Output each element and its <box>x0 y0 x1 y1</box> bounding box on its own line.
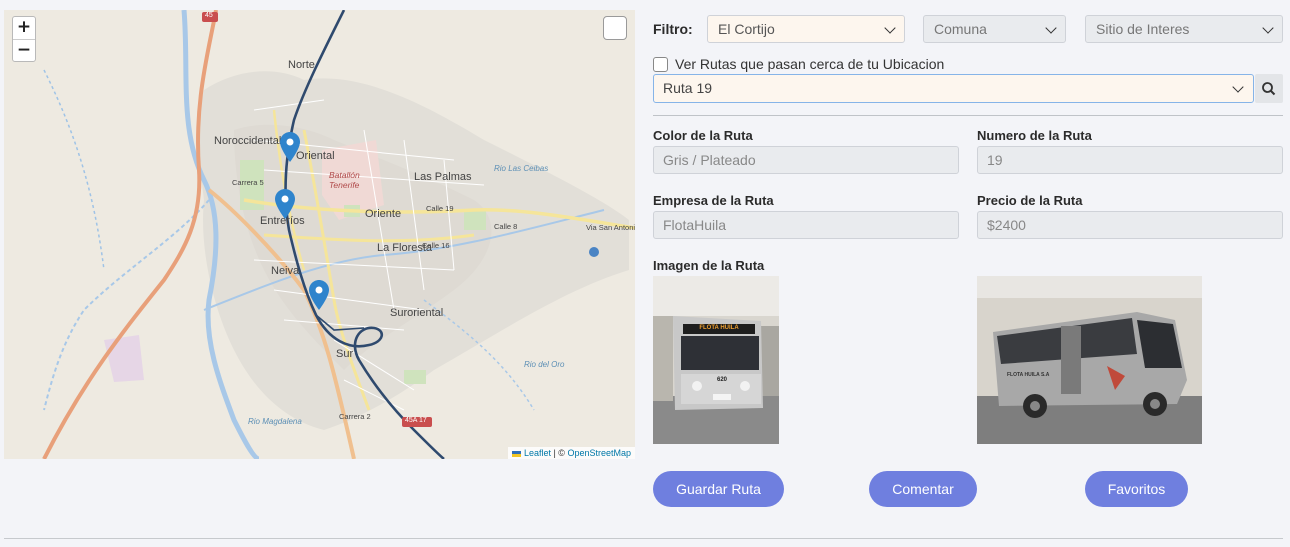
map-label-calle19: Calle 19 <box>426 204 454 213</box>
map-attribution: Leaflet | © OpenStreetMap <box>508 447 635 459</box>
chevron-down-icon <box>1045 22 1057 34</box>
route-image-side: FLOTA HUILA S.A <box>977 276 1202 444</box>
map-pin-icon[interactable] <box>280 132 300 162</box>
nearby-routes-checkbox[interactable] <box>653 56 668 72</box>
map-pin-icon[interactable] <box>275 189 295 219</box>
bus-side-image <box>977 276 1202 444</box>
map-label-via-san-antonio: Via San Antonio <box>586 223 635 232</box>
barrio-select[interactable]: El Cortijo <box>707 15 905 43</box>
map-label-rio-del-oro: Rio del Oro <box>524 360 565 369</box>
zoom-out-button[interactable]: − <box>13 39 35 61</box>
map-label-rio-magdalena: Rio Magdalena <box>248 417 302 426</box>
comentar-button[interactable]: Comentar <box>869 471 977 507</box>
road-shield-45: 45 <box>205 12 213 19</box>
map-label-calle8: Calle 8 <box>494 222 518 231</box>
barrio-select-value: El Cortijo <box>718 21 775 37</box>
sitio-select-value: Sitio de Interes <box>1096 21 1190 37</box>
footer-divider <box>4 538 1283 539</box>
chevron-down-icon <box>1232 81 1244 93</box>
color-field: Gris / Plateado <box>653 146 959 174</box>
nearby-routes-label: Ver Rutas que pasan cerca de tu Ubicacio… <box>675 56 945 72</box>
chevron-down-icon <box>884 22 896 34</box>
favoritos-button[interactable]: Favoritos <box>1085 471 1188 507</box>
chevron-down-icon <box>1262 22 1274 34</box>
bus-front-number: 620 <box>717 377 728 383</box>
zoom-control: + − <box>12 16 36 62</box>
map-label-calle16: Calle 16 <box>422 241 450 250</box>
numero-field: 19 <box>977 146 1283 174</box>
map-pin-icon[interactable] <box>309 280 329 310</box>
precio-label: Precio de la Ruta <box>977 193 1083 208</box>
map-label-batallon: Batallón Tenerife <box>329 170 360 190</box>
map-label-sur: Sur <box>336 348 354 360</box>
map-label-suroriental: Suroriental <box>390 307 444 319</box>
route-image-front: FLOTA HUILA 620 <box>653 276 779 444</box>
leaflet-link[interactable]: Leaflet <box>524 448 551 458</box>
map-label-noroccidental: Noroccidental <box>214 135 282 147</box>
precio-field: $2400 <box>977 211 1283 239</box>
empresa-field: FlotaHuila <box>653 211 959 239</box>
route-select-value: Ruta 19 <box>663 80 713 96</box>
attribution-separator: | © <box>550 448 568 458</box>
imagen-label: Imagen de la Ruta <box>653 258 765 273</box>
map-label-rio-las-ceibas: Rio Las Ceibas <box>494 164 549 173</box>
sitio-select[interactable]: Sitio de Interes <box>1085 15 1283 43</box>
map-tiles <box>42 10 635 459</box>
map-label-las-palmas: Las Palmas <box>414 171 472 183</box>
map-label-norte: Norte <box>288 59 315 71</box>
bus-side-sign: FLOTA HUILA S.A <box>1007 372 1050 378</box>
section-divider <box>653 115 1283 116</box>
search-icon <box>1262 82 1276 96</box>
comuna-select-value: Comuna <box>934 21 987 37</box>
map-label-carrera2: Carrera 2 <box>339 412 371 421</box>
road-shield-45a17: 45A 17 <box>405 417 427 424</box>
map-label-carrera5: Carrera 5 <box>232 178 264 187</box>
bus-front-image <box>653 276 779 444</box>
route-select[interactable]: Ruta 19 <box>653 74 1254 103</box>
osm-link[interactable]: OpenStreetMap <box>567 448 631 458</box>
map-label-oriente: Oriente <box>365 208 402 220</box>
page: Norte Noroccidental Oriental Batallón Te… <box>0 0 1290 547</box>
search-button[interactable] <box>1255 74 1283 103</box>
comuna-select[interactable]: Comuna <box>923 15 1066 43</box>
map-label-neiva: Neiva <box>271 265 300 277</box>
route-map[interactable]: Norte Noroccidental Oriental Batallón Te… <box>4 10 635 459</box>
bus-front-sign: FLOTA HUILA <box>699 325 739 331</box>
layer-toggle-button[interactable] <box>603 16 627 40</box>
numero-label: Numero de la Ruta <box>977 128 1092 143</box>
zoom-in-button[interactable]: + <box>13 17 35 39</box>
empresa-label: Empresa de la Ruta <box>653 193 774 208</box>
nearby-routes-row[interactable]: Ver Rutas que pasan cerca de tu Ubicacio… <box>653 56 944 72</box>
map-label-oriental: Oriental <box>296 150 335 162</box>
filter-label: Filtro: <box>653 21 693 37</box>
leaflet-flag-icon <box>512 450 522 457</box>
color-label: Color de la Ruta <box>653 128 753 143</box>
guardar-ruta-button[interactable]: Guardar Ruta <box>653 471 784 507</box>
